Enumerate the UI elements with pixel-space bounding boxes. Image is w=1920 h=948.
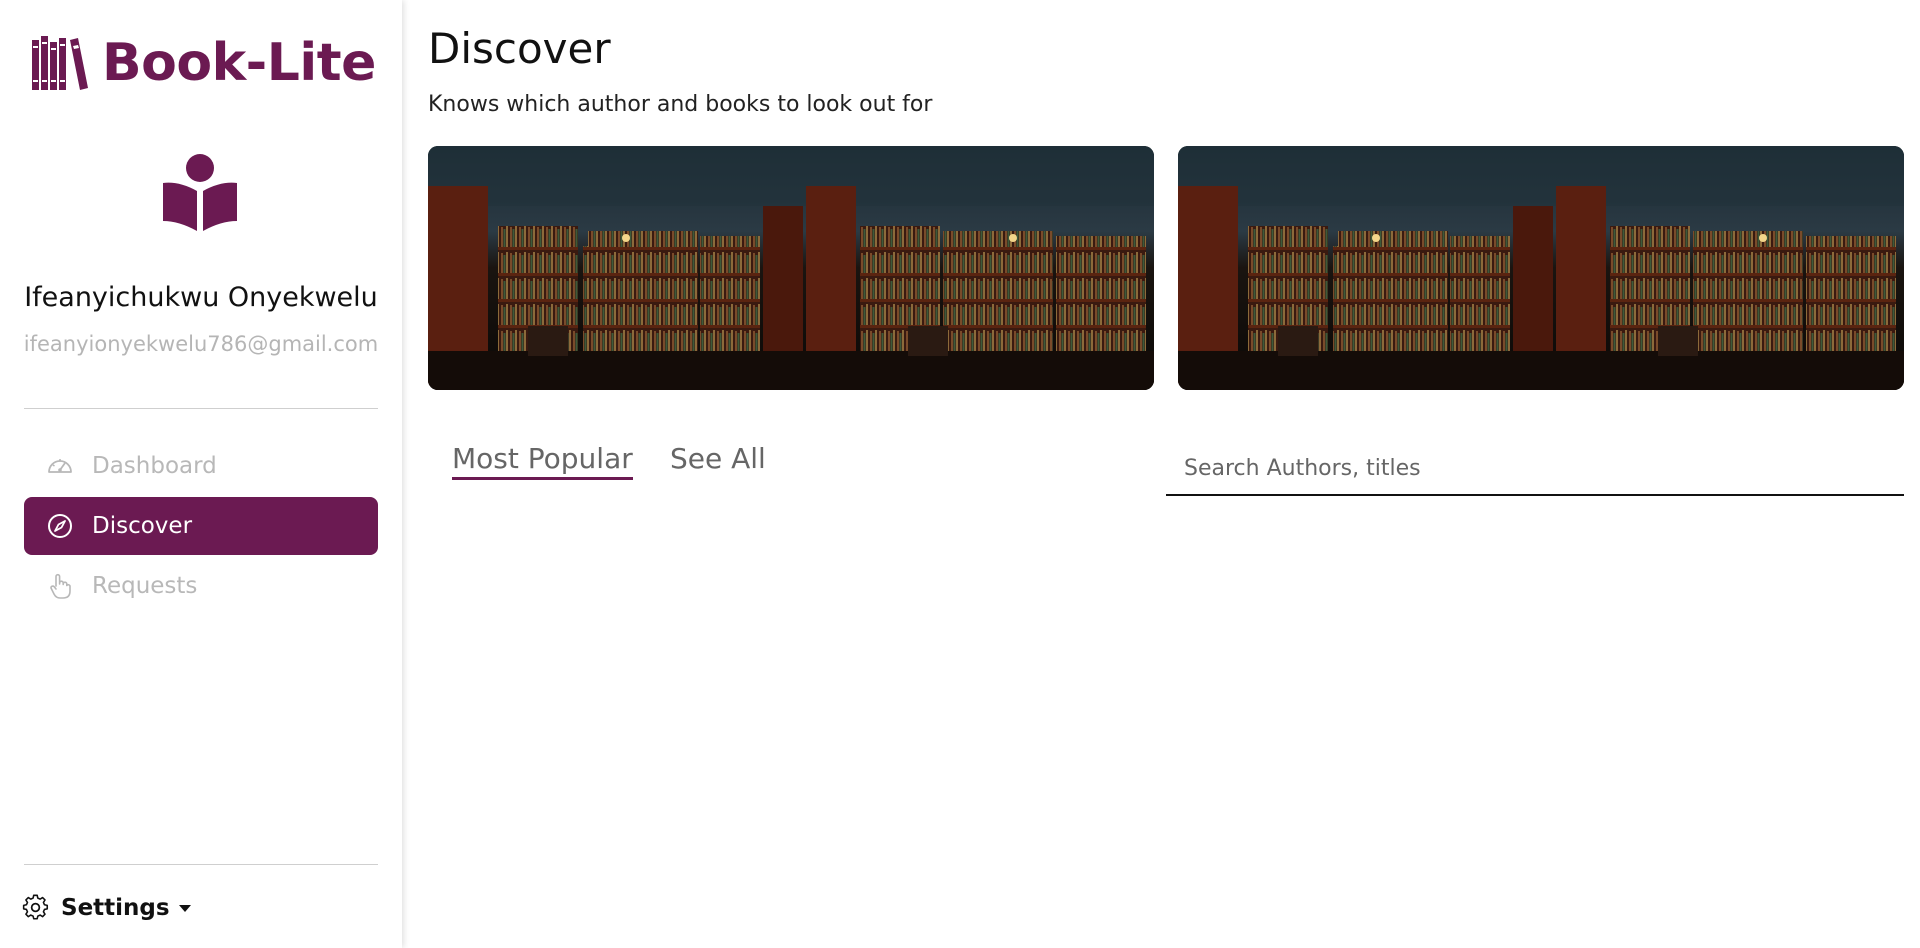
search-field xyxy=(1166,446,1904,496)
settings-dropdown[interactable]: Settings xyxy=(22,894,192,921)
hand-pointer-icon xyxy=(50,573,71,599)
compass-icon xyxy=(48,514,72,538)
settings-label: Settings xyxy=(61,894,170,921)
sidebar-item-label: Dashboard xyxy=(92,453,217,479)
tab-most-popular[interactable]: Most Popular xyxy=(452,442,633,480)
library-banner xyxy=(1178,146,1904,390)
reader-icon xyxy=(163,154,237,231)
sidebar-divider xyxy=(24,864,378,865)
sidebar-item-label: Discover xyxy=(92,513,193,539)
library-bookshelves-image xyxy=(1178,146,1904,390)
page-title: Discover xyxy=(428,24,611,73)
library-bookshelves-image xyxy=(428,146,1154,390)
brand-name: Book-Lite xyxy=(102,33,376,93)
sidebar-item-requests[interactable]: Requests xyxy=(24,557,378,615)
caret-down-icon xyxy=(178,904,191,912)
speedometer-icon xyxy=(48,459,72,473)
main-content: Discover Knows which author and books to… xyxy=(428,0,1920,948)
sidebar: Book-Lite Ifeanyichukwu Onyekwelu ifeany… xyxy=(0,0,402,948)
library-banner xyxy=(428,146,1154,390)
user-name: Ifeanyichukwu Onyekwelu xyxy=(24,282,378,313)
sidebar-item-label: Requests xyxy=(92,573,198,599)
sidebar-item-discover[interactable]: Discover xyxy=(24,497,378,555)
page-subtitle: Knows which author and books to look out… xyxy=(428,92,933,117)
user-email: ifeanyionyekwelu786@gmail.com xyxy=(23,332,379,356)
gear-icon xyxy=(22,894,49,920)
brand-logo[interactable]: Book-Lite xyxy=(30,32,376,94)
books-icon xyxy=(32,36,88,90)
tab-see-all[interactable]: See All xyxy=(670,442,766,475)
sidebar-item-dashboard[interactable]: Dashboard xyxy=(24,437,378,495)
search-input[interactable] xyxy=(1166,446,1904,490)
sidebar-divider xyxy=(24,408,378,409)
